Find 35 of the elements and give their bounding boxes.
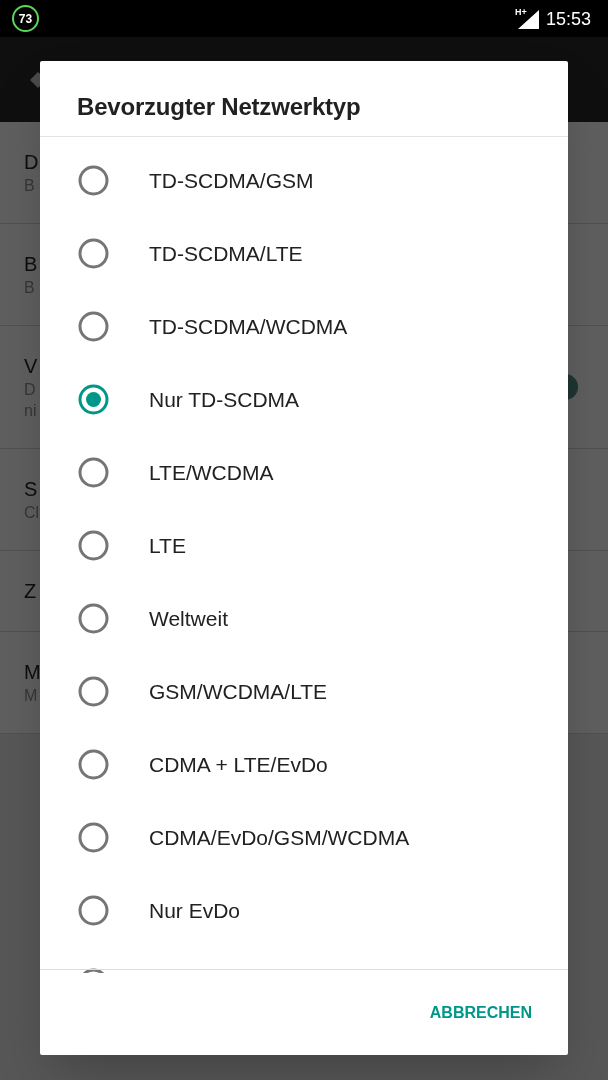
- radio-button[interactable]: [78, 530, 109, 561]
- option-label[interactable]: Nur EvDo: [149, 896, 241, 925]
- setting-title: Z: [24, 579, 37, 604]
- radio-button[interactable]: [78, 603, 109, 634]
- option-label[interactable]: TD-SCDMA/WCDMA: [149, 312, 348, 341]
- setting-title: M: [24, 660, 41, 685]
- radio-button[interactable]: [78, 457, 109, 488]
- setting-title: V: [24, 354, 38, 379]
- radio-button[interactable]: [78, 238, 109, 269]
- radio-button[interactable]: [78, 165, 109, 196]
- toggle-switch[interactable]: [568, 374, 578, 400]
- radio-button[interactable]: [78, 895, 109, 926]
- clock-time: 15:53: [545, 9, 591, 28]
- battery-level-indicator: 73: [12, 5, 39, 32]
- option-label[interactable]: CDMA/EvDo/GSM/WCDMA: [149, 823, 410, 852]
- setting-title: D: [24, 150, 39, 175]
- radio-button[interactable]: [78, 822, 109, 853]
- dialog-title: Bevorzugter Netzwerktyp: [77, 92, 361, 122]
- radio-button[interactable]: [78, 311, 109, 342]
- radio-button[interactable]: [78, 676, 109, 707]
- option-label[interactable]: Nur TD-SCDMA: [149, 385, 300, 414]
- setting-title: B: [24, 252, 38, 277]
- radio-button[interactable]: [78, 749, 109, 780]
- signal-strength-icon: [517, 10, 539, 29]
- option-label[interactable]: TD-SCDMA/GSM: [149, 166, 314, 195]
- option-label[interactable]: LTE/WCDMA: [149, 458, 274, 487]
- option-label[interactable]: CDMA + LTE/EvDo: [149, 750, 328, 779]
- cancel-button[interactable]: ABBRECHEN: [413, 993, 548, 1033]
- radio-button[interactable]: [78, 384, 109, 415]
- option-label[interactable]: GSM/WCDMA/LTE: [149, 677, 328, 706]
- option-label[interactable]: Weltweit: [149, 604, 228, 633]
- setting-title: S: [24, 477, 38, 502]
- option-label[interactable]: LTE: [149, 531, 186, 560]
- network-type-label: H+: [514, 8, 527, 17]
- option-label[interactable]: TD-SCDMA/LTE: [149, 239, 303, 268]
